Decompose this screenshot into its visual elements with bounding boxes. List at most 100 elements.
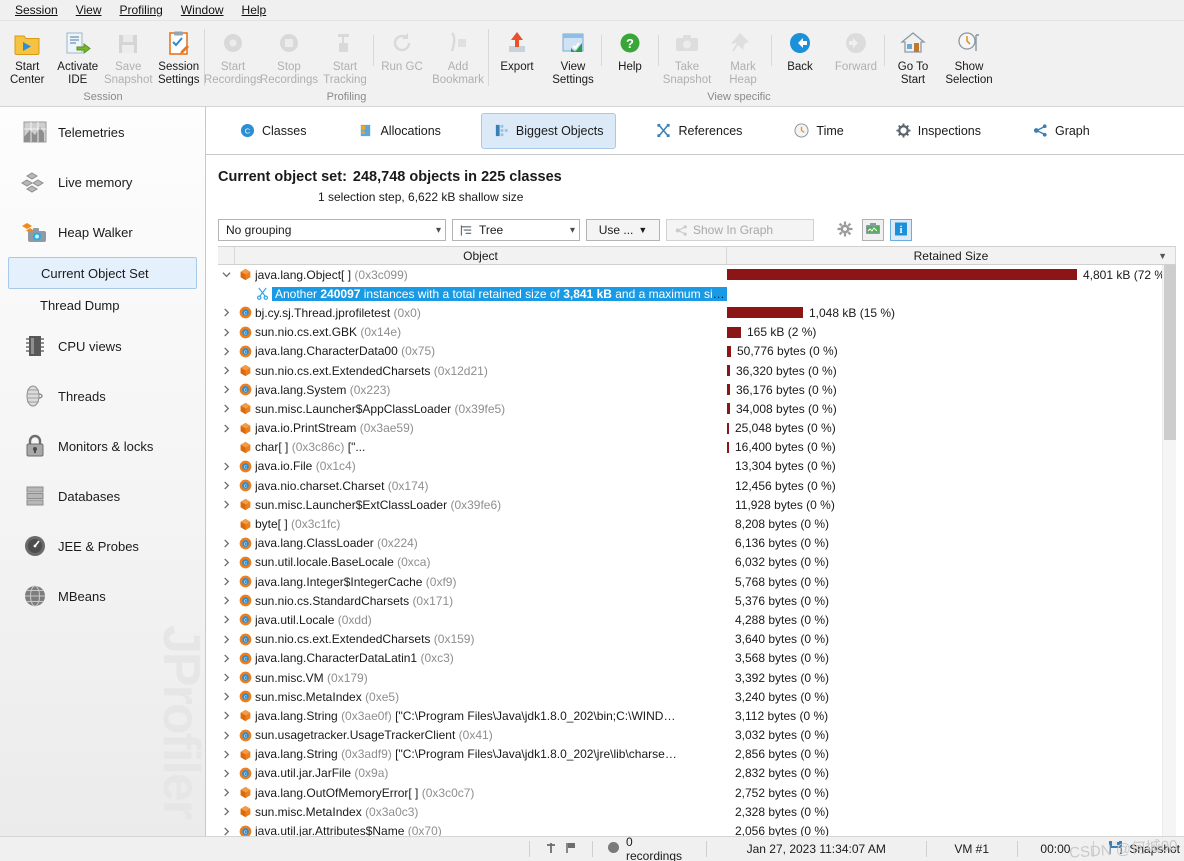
sidebar-item-databases[interactable]: Databases [0,471,205,521]
row-expander-expand[interactable] [218,424,235,433]
row-expander-expand[interactable] [218,807,235,816]
table-vertical-scrollbar[interactable] [1162,265,1176,836]
tab-time[interactable]: Time [782,113,855,149]
row-expander-expand[interactable] [218,826,235,836]
row-expander-expand[interactable] [218,308,235,318]
table-row[interactable]: Csun.misc.VM (0x179) 3,392 bytes (0 %) [218,668,1162,687]
view-mode-select[interactable]: Tree ▾ [452,219,580,241]
row-expander-expand[interactable] [218,404,235,413]
menu-session[interactable]: Session [6,1,67,19]
use-button[interactable]: Use ... ▼ [586,219,660,241]
row-expander-expand[interactable] [218,635,235,644]
row-expander-expand[interactable] [218,731,235,740]
grouping-select[interactable]: No grouping ▾ [218,219,446,241]
tab-inspections[interactable]: Inspections [884,113,993,149]
table-row[interactable]: java.lang.String (0x3adf9) ["C:\Program … [218,745,1162,764]
table-row[interactable]: Cjava.lang.Integer$IntegerCache (0xf9) 5,… [218,572,1162,591]
sidebar-item-cpu-views[interactable]: CPU views [0,321,205,371]
table-row[interactable]: Csun.nio.cs.ext.ExtendedCharsets (0x159)… [218,630,1162,649]
start-center-button[interactable]: Start Center [2,27,53,86]
table-row[interactable]: Cjava.lang.CharacterDataLatin1 (0xc3) 3,5… [218,649,1162,668]
sidebar-item-telemetries[interactable]: Telemetries [0,107,205,157]
status-bookmark-tool[interactable] [540,841,582,858]
help-button[interactable]: ? Help [602,27,658,74]
table-header-object[interactable]: Object [235,247,727,264]
settings-gear-button[interactable] [834,219,856,241]
menu-help[interactable]: Help [233,1,276,19]
table-row[interactable]: Cjava.io.File (0x1c4) 13,304 bytes (0 %) [218,457,1162,476]
row-expander-expand[interactable] [218,673,235,682]
table-row[interactable]: Csun.misc.MetaIndex (0xe5) 3,240 bytes (0… [218,687,1162,706]
table-row[interactable]: byte[ ] (0x3c1fc) 8,208 bytes (0 %) [218,514,1162,533]
tab-references[interactable]: References [644,113,754,149]
heap-snapshot-button[interactable] [862,219,884,241]
row-expander-expand[interactable] [218,596,235,605]
status-recordings[interactable]: 0 recordings [603,835,696,861]
row-expander-expand[interactable] [218,500,235,509]
row-expander-expand[interactable] [218,692,235,701]
table-row[interactable]: Cjava.util.Locale (0xdd) 4,288 bytes (0 %… [218,610,1162,629]
sidebar-item-live-memory[interactable]: Live memory [0,157,205,207]
table-row[interactable]: sun.misc.Launcher$ExtClassLoader (0x39fe… [218,495,1162,514]
row-expander-expand[interactable] [218,577,235,586]
sidebar-item-jee-probes[interactable]: JEE & Probes [0,521,205,571]
table-row[interactable]: Cjava.nio.charset.Charset (0x174) 12,456 … [218,476,1162,495]
table-row[interactable]: Cjava.util.jar.Attributes$Name (0x70) 2,0… [218,821,1162,836]
row-expander-expand[interactable] [218,385,235,394]
sidebar-item-threads[interactable]: Threads [0,371,205,421]
sidebar-item-monitors-locks[interactable]: Monitors & locks [0,421,205,471]
table-row[interactable]: Cjava.lang.CharacterData00 (0x75) 50,776 … [218,342,1162,361]
table-row[interactable]: java.lang.String (0x3ae0f) ["C:\Program … [218,706,1162,725]
table-row[interactable]: Csun.usagetracker.UsageTrackerClient (0x… [218,726,1162,745]
activate-ide-button[interactable]: Activate IDE [53,27,104,86]
sidebar-item-current-object-set[interactable]: Current Object Set [8,257,197,289]
table-row[interactable]: Cbj.cy.sj.Thread.jprofiletest (0x0) 1,048… [218,303,1162,322]
row-expander-expand[interactable] [218,328,235,337]
tab-biggest-objects[interactable]: Biggest Objects [480,112,617,149]
export-button[interactable]: Export [489,27,545,74]
row-expander-expand[interactable] [218,615,235,625]
back-button[interactable]: Back [772,27,828,74]
status-snapshot[interactable]: Snapshot [1104,840,1184,858]
table-row[interactable]: java.lang.Object[ ] (0x3c099) 4,801 kB (7… [218,265,1169,284]
table-row[interactable]: java.lang.OutOfMemoryError[ ] (0x3c0c7) 2… [218,783,1162,802]
scrollbar-thumb[interactable] [1164,265,1176,440]
table-row[interactable]: Cjava.lang.System (0x223) 36,176 bytes (0… [218,380,1162,399]
info-button[interactable]: i [890,219,912,241]
sidebar-item-heap-walker[interactable]: Heap Walker [0,207,205,257]
table-row[interactable]: Another 240097 instances with a total re… [218,284,1162,303]
row-expander-collapse[interactable] [218,270,235,279]
table-row[interactable]: sun.misc.MetaIndex (0x3a0c3) 2,328 bytes … [218,802,1162,821]
tab-classes[interactable]: C Classes [228,113,318,149]
sidebar-item-thread-dump[interactable]: Thread Dump [8,289,197,321]
session-settings-button[interactable]: Session Settings [154,27,205,86]
menu-view[interactable]: View [67,1,111,19]
table-row[interactable]: Csun.util.locale.BaseLocale (0xca) 6,032 … [218,553,1162,572]
table-row[interactable]: sun.nio.cs.ext.ExtendedCharsets (0x12d21… [218,361,1162,380]
row-expander-expand[interactable] [218,481,235,490]
table-header-retained-size[interactable]: Retained Size ▼ [727,247,1176,264]
row-expander-expand[interactable] [218,750,235,759]
row-expander-expand[interactable] [218,366,235,375]
table-row[interactable]: Csun.nio.cs.ext.GBK (0x14e) 165 kB (2 %) [218,323,1162,342]
go-to-start-button[interactable]: Go To Start [885,27,941,86]
view-settings-button[interactable]: View Settings [545,27,601,86]
menu-profiling[interactable]: Profiling [111,1,172,19]
row-expander-expand[interactable] [218,558,235,567]
row-expander-expand[interactable] [218,539,235,548]
row-expander-expand[interactable] [218,788,235,797]
row-expander-expand[interactable] [218,347,235,356]
table-row[interactable]: sun.misc.Launcher$AppClassLoader (0x39fe… [218,399,1162,418]
tab-graph[interactable]: Graph [1021,113,1102,149]
show-selection-button[interactable]: Show Selection [941,27,997,86]
table-row[interactable]: Cjava.util.jar.JarFile (0x9a) 2,832 bytes… [218,764,1162,783]
table-row[interactable]: java.io.PrintStream (0x3ae59) 25,048 byte… [218,419,1162,438]
table-row[interactable]: Csun.nio.cs.StandardCharsets (0x171) 5,37… [218,591,1162,610]
menu-window[interactable]: Window [172,1,233,19]
table-row[interactable]: Cjava.lang.ClassLoader (0x224) 6,136 byte… [218,534,1162,553]
tab-allocations[interactable]: Allocations [346,113,452,149]
sidebar-item-mbeans[interactable]: MBeans [0,571,205,621]
row-expander-expand[interactable] [218,711,235,720]
row-expander-expand[interactable] [218,654,235,663]
row-expander-expand[interactable] [218,462,235,471]
